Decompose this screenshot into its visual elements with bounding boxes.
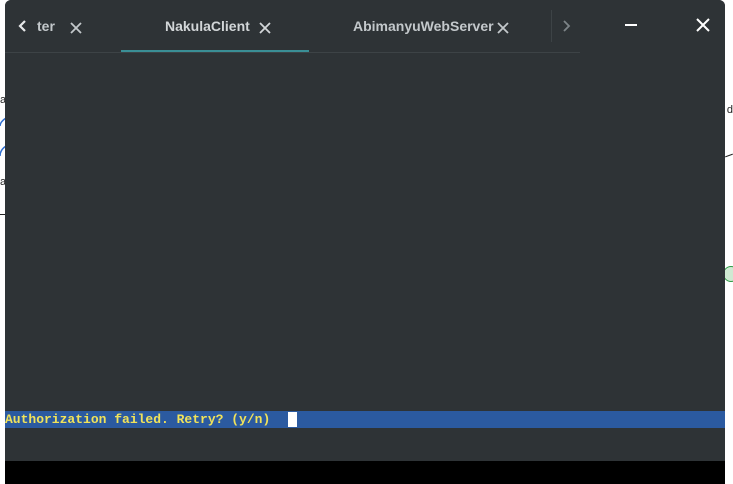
background-right-edge: d [723,0,733,484]
close-icon [696,18,710,32]
background-label-fragment: d [726,104,733,116]
tab-close-button[interactable] [255,18,275,38]
close-icon [497,22,509,34]
minimize-button[interactable] [615,10,647,40]
tab-ter[interactable]: ter [5,0,110,52]
background-edge-line [725,153,733,158]
close-icon [259,22,271,34]
tab-close-button[interactable] [493,18,513,38]
minimize-icon [625,24,637,26]
close-icon [70,22,82,34]
title-bar: ter NakulaClient AbimanyuWebServer [5,0,725,53]
terminal-output[interactable]: Authorization failed. Retry? (y/n) [5,53,725,461]
tab-abimanyuwebserver[interactable]: AbimanyuWebServer [309,0,549,52]
tab-label: AbimanyuWebServer [353,18,494,34]
terminal-window: ter NakulaClient AbimanyuWebServer Autho… [5,0,725,484]
status-bar [5,461,725,484]
chevron-right-icon [563,20,571,32]
close-window-button[interactable] [687,10,719,40]
active-tab-indicator [121,50,309,52]
prompt-text: Authorization failed. Retry? (y/n) [5,412,279,427]
tab-nakulaclient[interactable]: NakulaClient [121,0,309,52]
prompt-line: Authorization failed. Retry? (y/n) [5,411,725,428]
tab-close-button[interactable] [66,18,86,38]
tab-strip: ter NakulaClient AbimanyuWebServer [5,0,580,53]
tab-label: NakulaClient [165,18,250,34]
tab-label: ter [37,18,55,34]
text-cursor [288,412,298,427]
tabs-scroll-right-button[interactable] [551,10,580,42]
